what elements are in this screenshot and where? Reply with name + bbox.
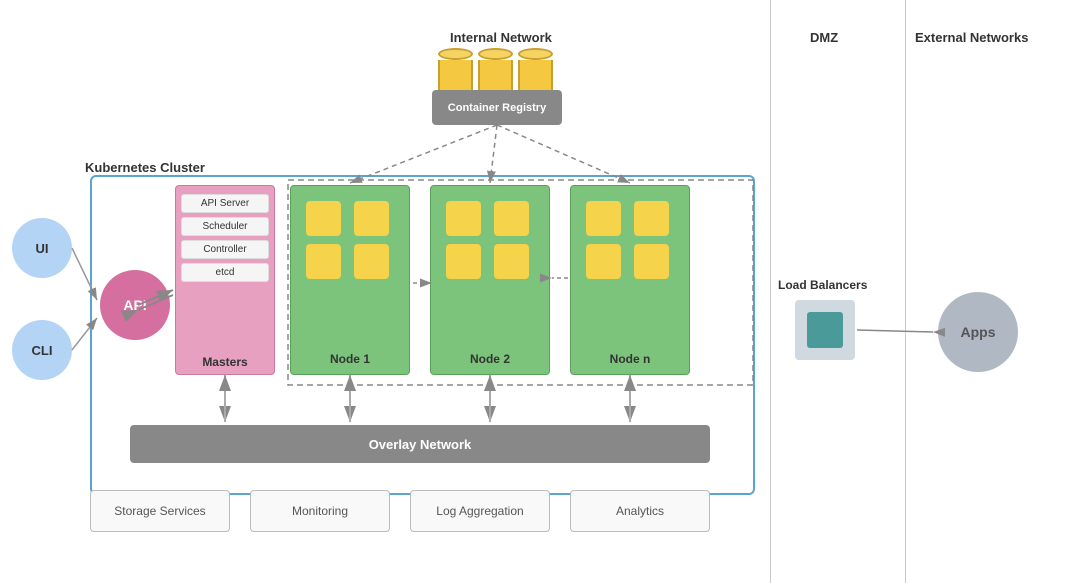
- overlay-network-label: Overlay Network: [369, 437, 472, 452]
- pod-n-4: [634, 244, 669, 279]
- masters-item-api-server: API Server: [181, 194, 269, 213]
- pod-n-1: [586, 201, 621, 236]
- kubernetes-cluster-label: Kubernetes Cluster: [85, 160, 205, 175]
- cli-label: CLI: [32, 343, 53, 358]
- node-n-title: Node n: [571, 352, 689, 366]
- api-label: API: [123, 297, 146, 313]
- container-registry-label: Container Registry: [448, 102, 546, 114]
- pod-1-4: [354, 244, 389, 279]
- load-balancers-label: Load Balancers: [778, 278, 867, 292]
- monitoring-box: Monitoring: [250, 490, 390, 532]
- apps-label: Apps: [961, 324, 996, 340]
- storage-services-box: Storage Services: [90, 490, 230, 532]
- pod-2-2: [494, 201, 529, 236]
- masters-title: Masters: [176, 355, 274, 369]
- database-cylinder-1: [438, 48, 473, 93]
- dmz-divider: [770, 0, 771, 583]
- dmz-label: DMZ: [810, 30, 838, 45]
- database-cylinder-3: [518, 48, 553, 93]
- masters-box: API Server Scheduler Controller etcd Mas…: [175, 185, 275, 375]
- ui-label: UI: [36, 241, 49, 256]
- storage-services-label: Storage Services: [114, 504, 205, 518]
- pod-2-4: [494, 244, 529, 279]
- overlay-network-box: Overlay Network: [130, 425, 710, 463]
- ui-circle: UI: [12, 218, 72, 278]
- pod-1-2: [354, 201, 389, 236]
- api-circle: API: [100, 270, 170, 340]
- container-registry-box: Container Registry: [432, 90, 562, 125]
- ext-divider: [905, 0, 906, 583]
- load-balancer-box: [795, 300, 855, 360]
- pod-2-3: [446, 244, 481, 279]
- internal-network-label: Internal Network: [450, 30, 552, 45]
- pod-n-3: [586, 244, 621, 279]
- diagram-container: Internal Network DMZ External Networks C…: [0, 0, 1080, 583]
- pod-n-2: [634, 201, 669, 236]
- monitoring-label: Monitoring: [292, 504, 348, 518]
- masters-item-controller: Controller: [181, 240, 269, 259]
- node-n-box: Node n: [570, 185, 690, 375]
- node-2-box: Node 2: [430, 185, 550, 375]
- database-cylinder-2: [478, 48, 513, 93]
- masters-item-scheduler: Scheduler: [181, 217, 269, 236]
- cli-circle: CLI: [12, 320, 72, 380]
- load-balancer-icon: [807, 312, 843, 348]
- node-1-box: Node 1: [290, 185, 410, 375]
- apps-circle: Apps: [938, 292, 1018, 372]
- masters-item-etcd: etcd: [181, 263, 269, 282]
- external-networks-label: External Networks: [915, 30, 1028, 45]
- node-2-title: Node 2: [431, 352, 549, 366]
- analytics-box: Analytics: [570, 490, 710, 532]
- analytics-label: Analytics: [616, 504, 664, 518]
- log-aggregation-box: Log Aggregation: [410, 490, 550, 532]
- pod-2-1: [446, 201, 481, 236]
- node-1-title: Node 1: [291, 352, 409, 366]
- pod-1-1: [306, 201, 341, 236]
- pod-1-3: [306, 244, 341, 279]
- log-aggregation-label: Log Aggregation: [436, 504, 523, 518]
